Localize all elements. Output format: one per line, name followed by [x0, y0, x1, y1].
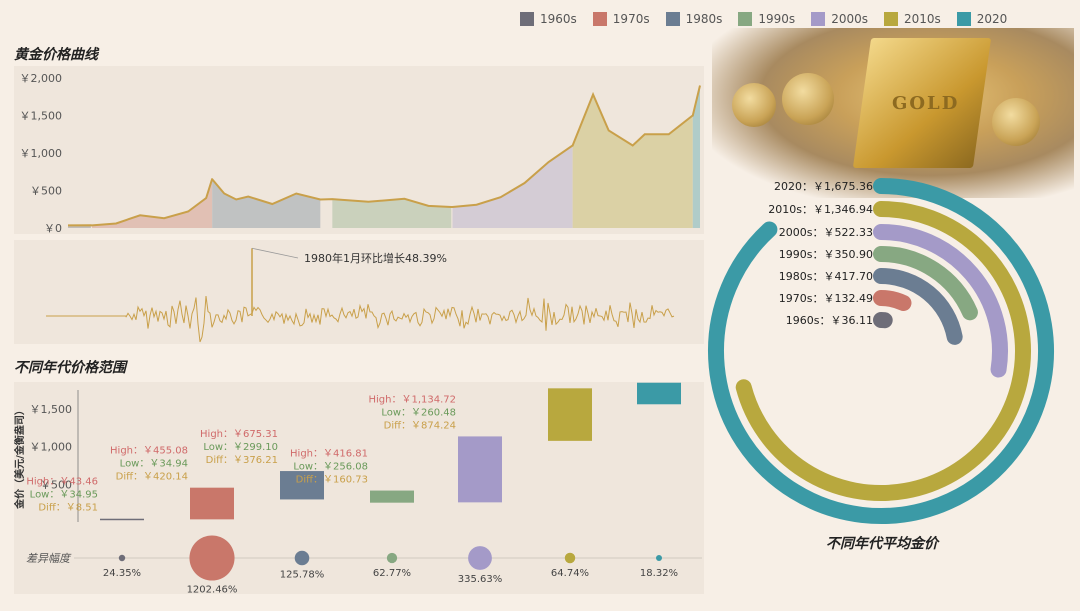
y-tick-label: ￥1,500 — [30, 403, 73, 416]
diff-label: 335.63% — [458, 574, 503, 585]
diff-label: Diff：￥160.73 — [296, 475, 368, 486]
legend-swatch — [956, 12, 971, 26]
y-tick-label: ￥500 — [30, 185, 62, 198]
price-curve-chart: ￥2,000 ￥1,500 ￥1,000 ￥500 ￥0 — [20, 72, 701, 235]
diff-label: 24.35% — [103, 568, 141, 579]
low-label: Low：￥34.95 — [30, 490, 98, 501]
diff-circle-1960s — [118, 554, 126, 562]
range-bar-1990s — [370, 490, 414, 503]
diff-circle-1970s — [189, 535, 235, 581]
diff-label: Diff：￥420.14 — [116, 472, 188, 483]
diff-label: 18.32% — [640, 568, 678, 579]
diff-label: 62.77% — [373, 568, 411, 579]
range-bar-1960s — [100, 518, 144, 521]
area-1980s — [212, 179, 321, 228]
diff-label: 125.78% — [280, 569, 325, 580]
legend-label: 2020 — [976, 12, 1008, 26]
range-chart: ￥1,500￥1,000￥500金价（美元/金衡盎司） High：￥43.46Lo… — [13, 341, 702, 596]
legend-swatch — [520, 12, 534, 26]
diff-label: Diff：￥8.51 — [38, 503, 98, 514]
range-bar-2010s — [548, 388, 592, 441]
change-chart: 1980年1月环比增长48.39% — [46, 247, 675, 343]
diff-circle-2000s — [468, 546, 492, 570]
legend-item[interactable]: 2000s — [811, 12, 868, 26]
legend-label: 1960s — [540, 12, 577, 26]
legend-item[interactable]: 1990s — [738, 12, 795, 26]
radial-bar-1970s — [873, 290, 912, 312]
coin-image — [782, 73, 834, 125]
range-title: 不同年代价格范围 — [14, 360, 126, 376]
y-tick-label: ￥1,000 — [20, 147, 63, 160]
legend-item[interactable]: 1980s — [665, 12, 723, 26]
area-1970s — [92, 179, 213, 228]
legend-label: 1990s — [758, 12, 796, 26]
coin-image — [992, 98, 1040, 146]
change-line — [46, 295, 675, 343]
legend-swatch — [883, 12, 898, 26]
legend-label: 1970s — [612, 12, 650, 26]
y-tick-label: ￥2,000 — [20, 72, 63, 85]
legend-item[interactable]: 2010s — [883, 12, 941, 26]
range-bar-2020 — [637, 382, 681, 405]
legend-swatch — [811, 12, 826, 26]
legend-item[interactable]: 2020 — [956, 12, 1008, 26]
change-panel: 1980年1月环比增长48.39% — [14, 240, 704, 344]
legend-label: 2010s — [903, 12, 941, 26]
diff-circle-2020 — [656, 555, 662, 561]
low-label: Low：￥34.94 — [120, 459, 188, 470]
gold-bar-text: GOLD — [892, 93, 960, 114]
low-label: Low：￥256.08 — [293, 462, 368, 473]
y-tick-label: ￥1,000 — [30, 441, 73, 454]
price-curve-panel: ￥2,000 ￥1,500 ￥1,000 ￥500 ￥0 — [14, 66, 704, 235]
legend-swatch — [592, 12, 607, 26]
legend-label: 1980s — [685, 12, 723, 26]
radial-label: 2000s：￥522.33 — [779, 226, 873, 239]
legend-label: 2000s — [831, 12, 868, 26]
y-tick-label: ￥1,500 — [20, 110, 63, 123]
area-1990s — [332, 198, 452, 228]
diff-label: 1202.46% — [187, 585, 238, 594]
high-label: High：￥416.81 — [290, 449, 368, 460]
diff-label: 64.74% — [551, 568, 589, 579]
radial-label: 2020：￥1,675.36 — [774, 180, 873, 193]
area-2010s — [572, 94, 693, 228]
diff-label: Diff：￥874.24 — [384, 420, 456, 431]
radial-label: 2010s：￥1,346.94 — [768, 203, 873, 216]
range-panel: ￥1,500 ￥1,000 ￥500 金价（美元/金衡盎司） High：￥43.46 Lo… — [13, 341, 704, 596]
radial-label: 1960s：￥36.11 — [786, 314, 873, 327]
diff-label: Diff：￥376.21 — [206, 455, 278, 466]
high-label: High：￥455.08 — [110, 446, 188, 457]
average-price-title: 不同年代平均金价 — [826, 536, 938, 552]
high-label: High：￥675.31 — [200, 429, 278, 440]
average-price-radial-chart: 2020：￥1,675.36 2010s：￥1,346.94 2000s：￥522.… — [708, 178, 1054, 524]
low-label: Low：￥299.10 — [203, 442, 278, 453]
radial-label: 1970s：￥132.49 — [779, 292, 873, 305]
diff-circle-2010s — [564, 552, 576, 564]
legend-item[interactable]: 1960s — [520, 12, 577, 26]
low-label: Low：￥260.48 — [381, 407, 456, 418]
decade-legend: 1960s 1970s 1980s 1990s 2000s 2010s 2020 — [520, 12, 1007, 26]
range-bar-2000s — [458, 436, 502, 503]
coin-image — [732, 83, 776, 127]
y-axis-label: 金价（美元/金衡盎司） — [14, 405, 26, 510]
diff-label: Diff：￥696.40 — [474, 382, 546, 383]
dashboard: 1960s 1970s 1980s 1990s 2000s 2010s 2020 GOLD … — [0, 0, 1080, 611]
radial-label: 1990s：￥350.90 — [779, 248, 873, 261]
change-annotation: 1980年1月环比增长48.39% — [304, 251, 447, 265]
diff-circle-1990s — [386, 552, 398, 564]
legend-swatch — [665, 12, 680, 26]
range-bar-1970s — [190, 487, 234, 520]
price-curve-title: 黄金价格曲线 — [14, 47, 98, 63]
radial-label: 1980s：￥417.70 — [779, 270, 873, 283]
legend-item[interactable]: 1970s — [592, 12, 650, 26]
legend-swatch — [738, 12, 753, 26]
diff-circle-1980s — [294, 550, 310, 566]
high-label: High：￥43.46 — [26, 477, 98, 488]
high-label: High：￥1,134.72 — [368, 394, 456, 405]
y-tick-label: ￥0 — [44, 222, 62, 234]
annotation-leader — [251, 247, 299, 259]
diff-title: 差异幅度 — [26, 552, 72, 565]
